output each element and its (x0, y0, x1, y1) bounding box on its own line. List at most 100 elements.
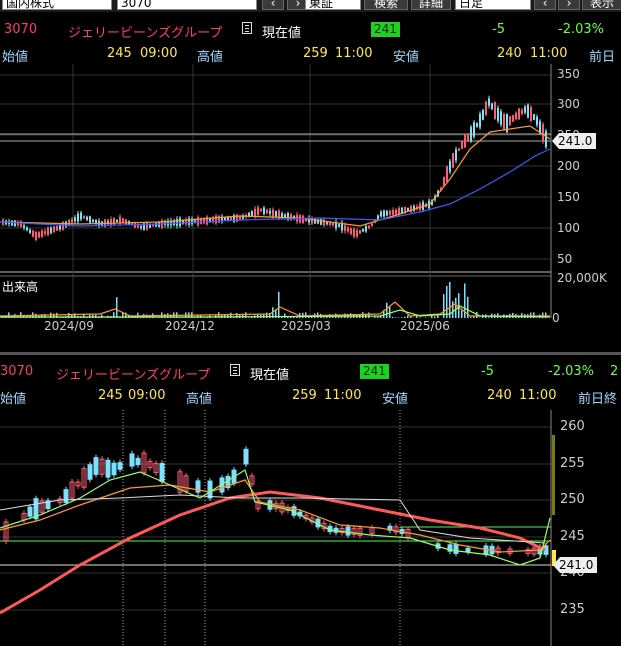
candle (527, 104, 529, 118)
candle (159, 462, 165, 483)
candle (512, 115, 514, 122)
display-button[interactable]: 表示 (582, 0, 621, 10)
candle (362, 229, 364, 232)
candle (71, 219, 73, 223)
candle (129, 453, 135, 467)
low-value: 240 (487, 388, 512, 403)
chevron-left-icon: ‹ (270, 0, 276, 10)
candle (389, 211, 391, 215)
volume-bar (449, 281, 451, 318)
candle (332, 223, 334, 226)
candle (446, 166, 448, 182)
period-next-button[interactable]: › (558, 0, 580, 10)
extra-value: 2 (610, 364, 619, 379)
code-input[interactable]: 3070 (117, 0, 257, 10)
y-tick: 255 (560, 456, 585, 471)
prev-button[interactable]: ‹ (262, 0, 284, 10)
volume-bar (434, 316, 436, 318)
y-tick: 150 (557, 190, 580, 204)
candle (521, 109, 523, 114)
exchange-select[interactable]: 東証 (305, 0, 361, 10)
candle (35, 232, 37, 240)
volume-bar (278, 291, 280, 318)
candle (453, 544, 459, 554)
candle (125, 219, 127, 225)
stock-code: 3070 (4, 22, 38, 37)
candle (275, 210, 277, 217)
candle (38, 232, 40, 238)
x-tick: 2024/09 (44, 319, 94, 333)
candle (197, 217, 199, 226)
volume-bar (284, 313, 286, 318)
low-value: 240 (497, 46, 522, 61)
x-tick: 2025/03 (281, 319, 331, 333)
panel-divider (0, 352, 621, 355)
candle (29, 229, 31, 233)
candle (89, 216, 91, 223)
stock-name: ジェリービーンズグループ (68, 26, 223, 41)
volume-bar (368, 312, 370, 318)
volume-bar (419, 317, 421, 318)
candle (485, 101, 487, 116)
candle (272, 209, 274, 217)
candle (266, 209, 268, 214)
candle (140, 225, 142, 229)
price-change-pct: -2.03% (558, 22, 604, 37)
candle (410, 205, 412, 213)
x-tick: 2025/06 (400, 319, 450, 333)
candle (206, 216, 208, 225)
volume-bar (488, 317, 490, 318)
low-time: 11:00 (519, 388, 557, 403)
market-select[interactable]: 国内株式 (2, 0, 112, 10)
candle (470, 127, 472, 141)
document-icon[interactable] (242, 22, 252, 38)
document-icon[interactable] (230, 364, 240, 380)
chevron-left-icon: ‹ (542, 0, 548, 10)
volume-bar (461, 310, 463, 318)
candle (269, 210, 271, 214)
candle (392, 210, 394, 215)
candle (356, 230, 358, 237)
candle (47, 227, 49, 235)
price-chart-intraday[interactable] (0, 410, 621, 646)
period-prev-button[interactable]: ‹ (534, 0, 556, 10)
volume-bar (341, 316, 343, 318)
candle (515, 112, 517, 120)
candle (251, 211, 253, 217)
high-label: 高値 (186, 392, 213, 407)
candle (377, 215, 379, 220)
candle (455, 149, 457, 161)
volume-bar (458, 293, 460, 318)
candle (281, 213, 283, 218)
stock-name: ジェリービーンズグループ (56, 368, 211, 383)
period-select[interactable]: 日足 (455, 0, 531, 10)
candle (110, 219, 112, 225)
y-tick: 200 (557, 159, 580, 173)
candle (113, 217, 115, 225)
detail-button[interactable]: 詳細 (411, 0, 451, 10)
candle (63, 489, 69, 503)
candle (347, 227, 349, 232)
candle (44, 231, 46, 234)
candle (482, 109, 484, 120)
candle (155, 222, 157, 227)
candle (215, 215, 217, 224)
candle (467, 134, 469, 141)
open-value: 245 (98, 388, 123, 403)
y-tick: 260 (560, 419, 585, 434)
candle (111, 462, 117, 476)
search-button[interactable]: 検索 (364, 0, 408, 10)
candle (326, 222, 328, 225)
volume-bar (305, 312, 307, 318)
candle (518, 108, 520, 120)
candle (371, 223, 373, 227)
candle (260, 208, 262, 212)
candle (284, 214, 286, 218)
candle (494, 102, 496, 120)
y-tick: 300 (557, 97, 580, 111)
candle (257, 207, 259, 216)
candle (243, 448, 249, 465)
candle (117, 462, 123, 470)
price-chart-long[interactable] (0, 64, 621, 354)
candle (27, 506, 33, 517)
